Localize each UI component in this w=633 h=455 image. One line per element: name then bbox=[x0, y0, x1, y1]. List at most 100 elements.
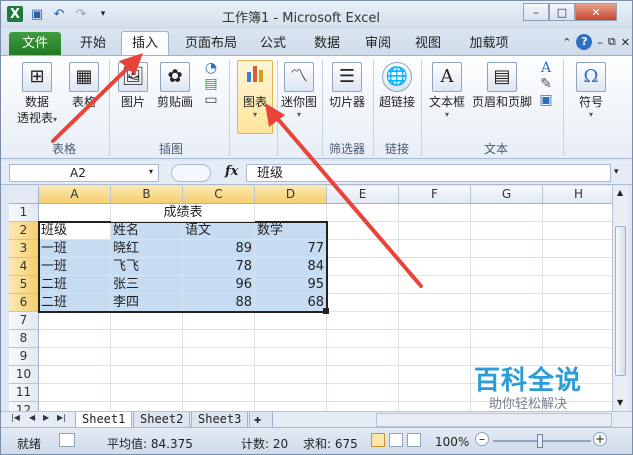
vertical-scrollbar[interactable]: ▲ ▼ bbox=[612, 186, 628, 411]
undo-icon[interactable]: ↶ bbox=[51, 6, 67, 22]
row-header-12[interactable]: 12 bbox=[9, 402, 39, 411]
zoom-in-button[interactable]: + bbox=[593, 432, 607, 446]
column-header-b[interactable]: B bbox=[111, 186, 183, 204]
cell-c6[interactable]: 88 bbox=[183, 294, 255, 312]
tab-file[interactable]: 文件 bbox=[9, 32, 61, 55]
row-header-9[interactable]: 9 bbox=[9, 348, 39, 366]
sheet-tab-3[interactable]: Sheet3 bbox=[191, 412, 249, 428]
cell-e7[interactable] bbox=[327, 312, 399, 330]
tab-view[interactable]: 视图 bbox=[408, 34, 448, 55]
row-header-11[interactable]: 11 bbox=[9, 384, 39, 402]
textbox-button[interactable]: A 文本框 ▾ bbox=[425, 62, 469, 120]
cell-h5[interactable] bbox=[543, 276, 612, 294]
table-button[interactable]: ▦ 表格 bbox=[65, 62, 103, 110]
cell-b8[interactable] bbox=[111, 330, 183, 348]
cell-b10[interactable] bbox=[111, 366, 183, 384]
cell-f7[interactable] bbox=[399, 312, 471, 330]
cell-c2[interactable]: 语文 bbox=[183, 222, 255, 240]
column-header-e[interactable]: E bbox=[327, 186, 399, 204]
header-footer-button[interactable]: ▤ 页眉和页脚 bbox=[471, 62, 533, 110]
object-icon[interactable]: ▣ bbox=[539, 92, 552, 108]
tab-page-layout[interactable]: 页面布局 bbox=[179, 34, 243, 55]
cell-f3[interactable] bbox=[399, 240, 471, 258]
expand-formula-icon[interactable]: ▾ bbox=[614, 167, 619, 177]
cell-a2[interactable]: 班级 bbox=[39, 222, 111, 240]
cell-d1[interactable] bbox=[255, 204, 327, 222]
cell-c8[interactable] bbox=[183, 330, 255, 348]
cell-d5[interactable]: 95 bbox=[255, 276, 327, 294]
cell-b12[interactable] bbox=[111, 402, 183, 411]
cell-c7[interactable] bbox=[183, 312, 255, 330]
macro-record-icon[interactable] bbox=[59, 433, 75, 447]
tab-data[interactable]: 数据 bbox=[307, 34, 347, 55]
cell-c10[interactable] bbox=[183, 366, 255, 384]
formula-zoom-handle-icon[interactable] bbox=[171, 164, 211, 182]
row-header-4[interactable]: 4 bbox=[9, 258, 39, 276]
cell-h9[interactable] bbox=[543, 348, 612, 366]
help-icon[interactable]: ? bbox=[576, 34, 593, 50]
prev-sheet-icon[interactable]: ◀ bbox=[29, 413, 35, 422]
name-box-dropdown-icon[interactable]: ▾ bbox=[149, 167, 153, 176]
cell-b9[interactable] bbox=[111, 348, 183, 366]
cell-e10[interactable] bbox=[327, 366, 399, 384]
cell-e11[interactable] bbox=[327, 384, 399, 402]
cell-f9[interactable] bbox=[399, 348, 471, 366]
workbook-restore-icon[interactable]: ⧉ bbox=[608, 35, 616, 49]
cell-h7[interactable] bbox=[543, 312, 612, 330]
cell-a8[interactable] bbox=[39, 330, 111, 348]
workbook-close-icon[interactable]: ✕ bbox=[621, 36, 630, 49]
select-all-corner[interactable] bbox=[9, 186, 39, 204]
pivot-table-button[interactable]: ⊞ 数据 透视表▾ bbox=[11, 62, 63, 126]
zoom-out-button[interactable]: – bbox=[475, 432, 489, 446]
minimize-ribbon-icon[interactable]: ⌃ bbox=[562, 36, 571, 49]
scroll-down-icon[interactable]: ▼ bbox=[617, 398, 623, 407]
cell-b7[interactable] bbox=[111, 312, 183, 330]
cell-e5[interactable] bbox=[327, 276, 399, 294]
cell-b4[interactable]: 飞飞 bbox=[111, 258, 183, 276]
cell-b11[interactable] bbox=[111, 384, 183, 402]
clipart-button[interactable]: ✿ 剪贴画 bbox=[155, 62, 195, 110]
cell-b2[interactable]: 姓名 bbox=[111, 222, 183, 240]
close-button[interactable]: ✕ bbox=[575, 3, 617, 21]
cell-d12[interactable] bbox=[255, 402, 327, 411]
cell-b6[interactable]: 李四 bbox=[111, 294, 183, 312]
first-sheet-icon[interactable]: |◀ bbox=[11, 413, 20, 422]
cell-c11[interactable] bbox=[183, 384, 255, 402]
slicer-button[interactable]: ☰ 切片器 bbox=[325, 62, 369, 110]
wordart-icon[interactable]: A bbox=[541, 60, 551, 76]
cell-d6[interactable]: 68 bbox=[255, 294, 327, 312]
cell-h3[interactable] bbox=[543, 240, 612, 258]
page-layout-view-icon[interactable] bbox=[389, 433, 403, 447]
picture-button[interactable]: 🖼 图片 bbox=[115, 62, 151, 110]
sheet-tab-1[interactable]: Sheet1 bbox=[75, 412, 133, 428]
cell-d3[interactable]: 77 bbox=[255, 240, 327, 258]
cell-h4[interactable] bbox=[543, 258, 612, 276]
cell-a5[interactable]: 二班 bbox=[39, 276, 111, 294]
save-icon[interactable]: ▣ bbox=[29, 6, 45, 22]
cell-g6[interactable] bbox=[471, 294, 543, 312]
cell-e6[interactable] bbox=[327, 294, 399, 312]
cell-h6[interactable] bbox=[543, 294, 612, 312]
insert-sheet-icon[interactable]: ✚ bbox=[249, 412, 273, 428]
cell-f1[interactable] bbox=[399, 204, 471, 222]
column-header-h[interactable]: H bbox=[543, 186, 612, 204]
row-header-3[interactable]: 3 bbox=[9, 240, 39, 258]
restore-button[interactable]: □ bbox=[549, 3, 575, 21]
column-header-g[interactable]: G bbox=[471, 186, 543, 204]
cell-d4[interactable]: 84 bbox=[255, 258, 327, 276]
tab-review[interactable]: 审阅 bbox=[358, 34, 398, 55]
cell-g2[interactable] bbox=[471, 222, 543, 240]
zoom-slider-thumb[interactable] bbox=[537, 434, 543, 448]
cell-g5[interactable] bbox=[471, 276, 543, 294]
cell-f2[interactable] bbox=[399, 222, 471, 240]
cell-a9[interactable] bbox=[39, 348, 111, 366]
cell-c5[interactable]: 96 bbox=[183, 276, 255, 294]
redo-icon[interactable]: ↷ bbox=[73, 6, 89, 22]
cell-d7[interactable] bbox=[255, 312, 327, 330]
cell-e4[interactable] bbox=[327, 258, 399, 276]
cell-c9[interactable] bbox=[183, 348, 255, 366]
excel-app-icon[interactable]: X bbox=[7, 6, 23, 22]
cell-h1[interactable] bbox=[543, 204, 612, 222]
column-header-a[interactable]: A bbox=[39, 186, 111, 204]
cell-a7[interactable] bbox=[39, 312, 111, 330]
